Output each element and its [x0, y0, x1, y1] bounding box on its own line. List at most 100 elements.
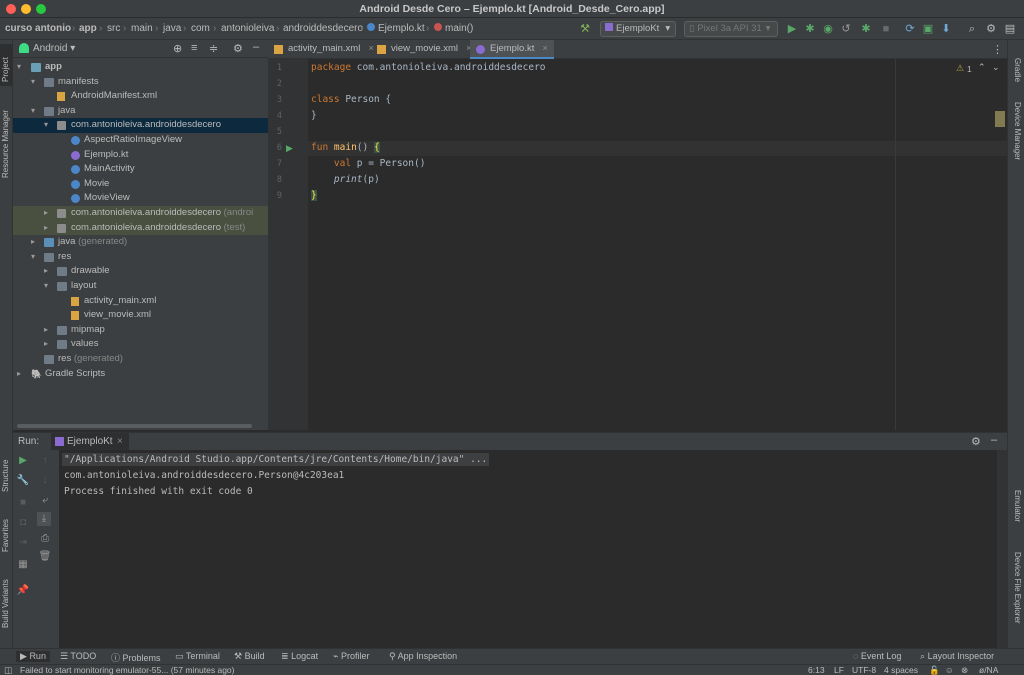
tree-item-app[interactable]: ▾ app [13, 60, 268, 75]
breadcrumb-java[interactable]: java [163, 23, 181, 34]
breadcrumb-app[interactable]: app [79, 23, 97, 34]
tree-item-res[interactable]: ▾ res [13, 250, 268, 265]
next-highlight-icon[interactable]: ⌄ [992, 62, 1000, 73]
hide-panel-icon[interactable]: – [253, 41, 259, 53]
tab-ejemplo-kt[interactable]: Ejemplo.kt × [470, 40, 554, 59]
device-file-explorer-tool-tab[interactable]: Device File Explorer [1013, 552, 1022, 624]
device-manager-icon[interactable]: ▣ [921, 22, 935, 36]
tree-item-package-androidtest[interactable]: ▸ com.antonioleiva.androiddesdecero (and… [13, 206, 268, 221]
down-arrow-icon[interactable]: ↓ [38, 474, 52, 488]
sdk-manager-icon[interactable]: ⬇ [939, 22, 953, 36]
collapse-all-icon[interactable]: ≑ [209, 42, 218, 55]
gear-icon[interactable]: ⚙ [233, 42, 243, 55]
expand-all-icon[interactable]: ≡ [191, 42, 197, 54]
tree-item-androidmanifest[interactable]: AndroidManifest.xml [13, 89, 268, 104]
tree-item-mipmap[interactable]: ▸ mipmap [13, 323, 268, 338]
stop-icon[interactable]: ■ [879, 22, 893, 36]
tab-view-movie-xml[interactable]: view_movie.xml × [371, 40, 472, 59]
gear-icon[interactable]: ⚙ [984, 22, 998, 36]
breadcrumb-file[interactable]: Ejemplo.kt [367, 23, 425, 34]
debug-icon[interactable]: ✱ [803, 22, 817, 36]
status-toggle-icon[interactable]: ◫ [4, 665, 12, 675]
profile-icon[interactable]: ◉ [821, 22, 835, 36]
tree-item-res-generated[interactable]: res (generated) [13, 352, 268, 367]
up-arrow-icon[interactable]: ↑ [38, 454, 52, 468]
more-vertical-icon[interactable]: ⋮ [992, 43, 1003, 56]
console-scrollbar[interactable] [997, 450, 1007, 648]
tab-activity-main-xml[interactable]: activity_main.xml × [268, 40, 374, 59]
exit-icon[interactable]: ⇥ [16, 536, 30, 550]
rerun-icon[interactable]: ▶ [16, 454, 30, 468]
device-manager-tool-tab[interactable]: Device Manager [1013, 102, 1022, 160]
line-separator[interactable]: LF [834, 665, 844, 675]
terminal-tool-button[interactable]: ▭ Terminal [175, 651, 220, 662]
tree-item-ejemplo[interactable]: Ejemplo.kt [13, 148, 268, 163]
coverage-icon[interactable]: ↺ [839, 22, 853, 36]
breadcrumb-src[interactable]: src [107, 23, 120, 34]
scrollbar-marker[interactable] [995, 111, 1005, 127]
structure-tool-tab[interactable]: Structure [1, 460, 10, 492]
run-tab-ejemplokt[interactable]: EjemploKt × [51, 433, 129, 450]
locate-file-icon[interactable]: ⊕ [173, 42, 182, 55]
breadcrumb-project[interactable]: curso antonio [5, 23, 71, 34]
attach-debugger-icon[interactable]: ✱ [859, 22, 873, 36]
breadcrumb-function[interactable]: main() [434, 23, 473, 34]
resource-manager-tool-tab[interactable]: Resource Manager [1, 110, 10, 178]
build-variants-tool-tab[interactable]: Build Variants [1, 579, 10, 628]
hide-panel-icon[interactable]: – [991, 434, 997, 446]
todo-tool-button[interactable]: ☰ TODO [60, 651, 96, 662]
favorites-tool-tab[interactable]: Favorites [1, 519, 10, 552]
caret-position[interactable]: 6:13 [808, 665, 825, 675]
build-tool-button[interactable]: ⚒ Build [234, 651, 265, 662]
project-view-select[interactable]: Android ▾ [33, 43, 75, 54]
wrench-icon[interactable]: 🔧 [16, 474, 30, 488]
horizontal-scrollbar[interactable] [17, 424, 252, 428]
breadcrumb-antonioleiva[interactable]: antonioleiva [221, 23, 274, 34]
emulator-tool-tab[interactable]: Emulator [1013, 490, 1022, 522]
vcs-status[interactable]: ø/NA [979, 665, 998, 675]
device-select[interactable]: ▯ Pixel 3a API 31 ▾ [684, 21, 778, 37]
run-tool-button[interactable]: ▶ Run [16, 651, 50, 662]
profiler-tool-button[interactable]: ⌁ Profiler [333, 651, 369, 662]
scroll-to-end-icon[interactable]: ⤓ [37, 512, 51, 526]
tree-item-aspectratioimageview[interactable]: AspectRatioImageView [13, 133, 268, 148]
pin-icon[interactable]: 📌 [16, 584, 30, 598]
indent-setting[interactable]: 4 spaces [884, 665, 918, 675]
run-icon[interactable]: ▶ [785, 22, 799, 36]
memory-indicator-icon[interactable]: ⊗ [961, 665, 968, 675]
problems-tool-button[interactable]: ⓘ Problems [111, 651, 161, 664]
event-log-tool-button[interactable]: ◌ Event Log [853, 651, 901, 661]
gear-icon[interactable]: ⚙ [971, 435, 981, 448]
code-editor[interactable]: 1 2 3 4 5 6 7 8 9 ▶ package com.antoniol… [268, 59, 1007, 430]
run-gutter-icon[interactable]: ▶ [286, 143, 293, 154]
gradle-tool-tab[interactable]: Gradle [1013, 58, 1022, 82]
warning-icon[interactable]: ⚠ [956, 63, 964, 74]
run-config-select[interactable]: EjemploKt ▾ [600, 21, 676, 37]
tree-item-manifests[interactable]: ▾ manifests [13, 75, 268, 90]
project-tool-tab[interactable]: Project [0, 44, 13, 86]
breadcrumb-main[interactable]: main [131, 23, 153, 34]
notifications-icon[interactable]: ▤ [1003, 22, 1017, 36]
breadcrumb-androiddesdecero[interactable]: androiddesdecero [283, 23, 363, 34]
breadcrumb-com[interactable]: com [191, 23, 210, 34]
status-message[interactable]: Failed to start monitoring emulator-55..… [20, 665, 235, 675]
tree-item-package-main[interactable]: ▾ com.antonioleiva.androiddesdecero [13, 118, 268, 133]
run-console-output[interactable]: "/Applications/Android Studio.app/Conten… [59, 450, 997, 648]
soft-wrap-icon[interactable]: ⤶ [38, 494, 52, 508]
tree-item-drawable[interactable]: ▸ drawable [13, 264, 268, 279]
search-icon[interactable]: ⌕ [965, 22, 979, 36]
tree-item-gradle-scripts[interactable]: ▸ 🐘 Gradle Scripts [13, 367, 268, 382]
tree-item-movieview[interactable]: MovieView [13, 191, 268, 206]
stop-icon[interactable]: ■ [16, 496, 30, 510]
tree-item-layout[interactable]: ▾ layout [13, 279, 268, 294]
tree-item-package-test[interactable]: ▸ com.antonioleiva.androiddesdecero (tes… [13, 220, 268, 236]
layout-icon[interactable]: ▦ [16, 558, 30, 572]
lock-icon[interactable]: 🔓 [929, 665, 940, 675]
camera-icon[interactable]: ◘ [16, 516, 30, 530]
app-inspection-tool-button[interactable]: ⚲ App Inspection [389, 651, 457, 662]
file-encoding[interactable]: UTF-8 [852, 665, 876, 675]
logcat-tool-button[interactable]: ≣ Logcat [281, 651, 318, 662]
tree-item-java[interactable]: ▾ java [13, 104, 268, 119]
tree-item-mainactivity[interactable]: MainActivity [13, 162, 268, 177]
layout-inspector-tool-button[interactable]: ⌕ Layout Inspector [920, 651, 994, 662]
